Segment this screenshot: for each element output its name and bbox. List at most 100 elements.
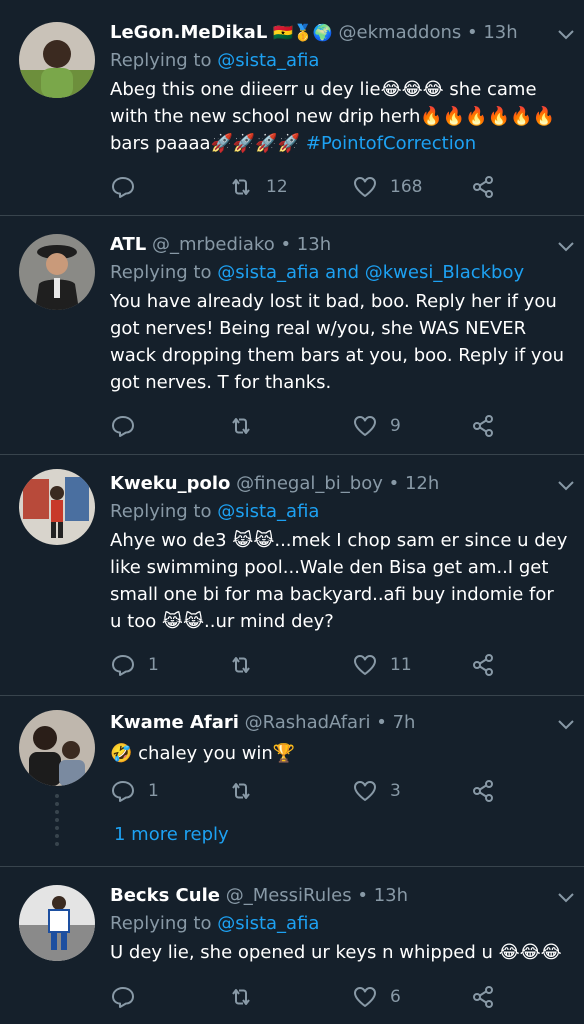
like-count: 9: [390, 416, 401, 436]
separator-dot: •: [280, 234, 292, 255]
retweet-icon: [232, 657, 250, 673]
like-icon: [354, 177, 376, 197]
tweet-header: LeGon.MeDikaL 🇬🇭🥇🌍 @ekmaddons • 13h: [110, 18, 570, 48]
reply-icon: [112, 781, 134, 802]
replying-to: Replying to @sista_afia: [110, 911, 570, 937]
share-button[interactable]: [470, 982, 496, 1012]
like-button[interactable]: 3: [352, 776, 401, 806]
retweet-icon: [232, 989, 250, 1005]
reply-button[interactable]: 1: [110, 776, 159, 806]
like-button[interactable]: 9: [352, 411, 401, 441]
like-count: 11: [390, 655, 412, 675]
tweet-2[interactable]: ATL @_mrbediako • 13h Replying to @sista…: [0, 216, 584, 454]
retweet-button[interactable]: [228, 411, 266, 441]
share-button[interactable]: [470, 411, 496, 441]
tweet-header: ATL @_mrbediako • 13h: [110, 230, 570, 260]
hashtag-link[interactable]: #PointofCorrection: [306, 133, 476, 154]
like-icon: [354, 416, 376, 436]
share-button[interactable]: [470, 172, 496, 202]
timestamp[interactable]: 12h: [405, 473, 439, 494]
share-button[interactable]: [470, 776, 496, 806]
timestamp[interactable]: 13h: [297, 234, 331, 255]
user-handle[interactable]: @RashadAfari: [245, 712, 371, 733]
replying-to-label: Replying to: [110, 501, 218, 522]
display-name[interactable]: LeGon.MeDikaL: [110, 22, 267, 43]
display-name[interactable]: Becks Cule: [110, 885, 220, 906]
thread-line: [55, 794, 59, 846]
reply-count: 1: [148, 655, 159, 675]
avatar[interactable]: [19, 885, 95, 961]
tweet-text: Ahye wo de3 😹😹...mek I chop sam er since…: [110, 530, 568, 632]
tweet-4[interactable]: Kwame Afari @RashadAfari • 7h 🤣 chaley y…: [0, 696, 584, 866]
reply-icon: [112, 177, 134, 198]
tweet-actions: 6: [110, 982, 510, 1012]
share-button[interactable]: [470, 650, 496, 680]
chevron-down-icon[interactable]: [556, 887, 576, 907]
share-icon: [473, 176, 493, 198]
share-icon: [473, 780, 493, 802]
replying-to: Replying to @sista_afia and @kwesi_Black…: [110, 260, 570, 286]
retweet-button[interactable]: [228, 650, 266, 680]
reply-button[interactable]: 1: [110, 650, 159, 680]
like-icon: [354, 781, 376, 801]
avatar[interactable]: [19, 234, 95, 310]
like-icon: [354, 987, 376, 1007]
avatar[interactable]: [19, 469, 95, 545]
mention-link[interactable]: @sista_afia: [217, 913, 319, 934]
share-icon: [473, 986, 493, 1008]
separator-dot: •: [357, 885, 368, 906]
timestamp[interactable]: 7h: [393, 712, 416, 733]
replying-to: Replying to @sista_afia: [110, 499, 570, 525]
chevron-down-icon[interactable]: [556, 24, 576, 44]
tweet-actions: 1 11: [110, 650, 510, 680]
share-icon: [473, 654, 493, 676]
mention-link[interactable]: @sista_afia: [217, 50, 319, 71]
like-count: 6: [390, 987, 401, 1007]
display-name[interactable]: Kweku_polo: [110, 473, 230, 494]
reply-button[interactable]: [110, 982, 148, 1012]
like-button[interactable]: 168: [352, 172, 422, 202]
retweet-icon: [232, 418, 250, 434]
tweet-text: Abeg this one diieerr u dey lie😂😂😂 she c…: [110, 76, 570, 157]
replying-to: Replying to @sista_afia: [110, 48, 570, 74]
tweet-3[interactable]: Kweku_polo @finegal_bi_boy • 12h Replyin…: [0, 455, 584, 695]
reply-button[interactable]: [110, 172, 148, 202]
user-handle[interactable]: @_MessiRules: [226, 885, 352, 906]
user-handle[interactable]: @_mrbediako: [152, 234, 275, 255]
replies-feed: LeGon.MeDikaL 🇬🇭🥇🌍 @ekmaddons • 13h Repl…: [0, 0, 584, 1024]
chevron-down-icon[interactable]: [556, 714, 576, 734]
user-handle[interactable]: @ekmaddons: [339, 22, 462, 43]
retweet-button[interactable]: [228, 776, 266, 806]
timestamp[interactable]: 13h: [374, 885, 408, 906]
separator-dot: •: [466, 22, 478, 43]
display-name[interactable]: Kwame Afari: [110, 712, 239, 733]
tweet-text: U dey lie, she opened ur keys n whipped …: [110, 942, 562, 963]
chevron-down-icon[interactable]: [556, 236, 576, 256]
retweet-icon: [232, 179, 250, 195]
user-handle[interactable]: @finegal_bi_boy: [236, 473, 383, 494]
tweet-header: Kweku_polo @finegal_bi_boy • 12h: [110, 469, 570, 499]
like-button[interactable]: 11: [352, 650, 412, 680]
reply-button[interactable]: [110, 411, 148, 441]
display-name[interactable]: ATL: [110, 234, 146, 255]
tweet-text: 🤣 chaley you win🏆: [110, 743, 296, 764]
chevron-down-icon[interactable]: [556, 475, 576, 495]
tweet-header: Kwame Afari @RashadAfari • 7h: [110, 708, 570, 738]
like-count: 168: [390, 177, 423, 197]
tweet-5[interactable]: Becks Cule @_MessiRules • 13h Replying t…: [0, 867, 584, 1024]
mention-link[interactable]: @sista_afia and @kwesi_Blackboy: [217, 262, 524, 283]
reply-count: 1: [148, 781, 159, 801]
replying-to-label: Replying to: [110, 50, 218, 71]
tweet-1[interactable]: LeGon.MeDikaL 🇬🇭🥇🌍 @ekmaddons • 13h Repl…: [0, 0, 584, 215]
avatar[interactable]: [19, 710, 95, 786]
like-button[interactable]: 6: [352, 982, 401, 1012]
retweet-button[interactable]: [228, 982, 266, 1012]
avatar[interactable]: [19, 22, 95, 98]
show-more-replies-link[interactable]: 1 more reply: [114, 824, 229, 845]
tweet-header: Becks Cule @_MessiRules • 13h: [110, 881, 570, 911]
like-count: 3: [390, 781, 401, 801]
mention-link[interactable]: @sista_afia: [217, 501, 319, 522]
reply-icon: [112, 416, 134, 437]
retweet-button[interactable]: 12: [228, 172, 288, 202]
timestamp[interactable]: 13h: [483, 22, 517, 43]
